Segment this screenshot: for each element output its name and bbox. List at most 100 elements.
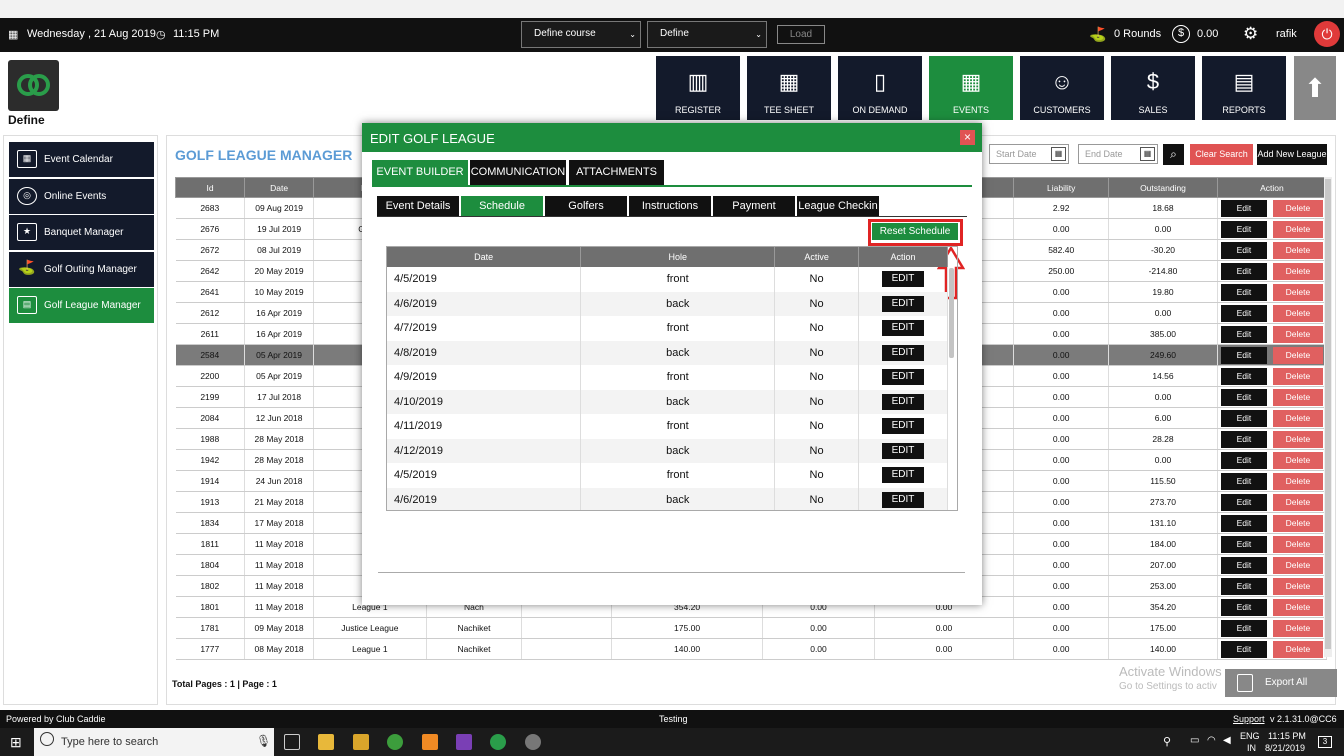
- schedule-edit-button[interactable]: EDIT: [882, 369, 925, 386]
- delete-button[interactable]: Delete: [1272, 640, 1323, 658]
- delete-button[interactable]: Delete: [1272, 304, 1323, 322]
- edit-button[interactable]: Edit: [1220, 514, 1267, 532]
- file-explorer-icon[interactable]: [318, 734, 334, 750]
- delete-button[interactable]: Delete: [1272, 514, 1323, 532]
- delete-button[interactable]: Delete: [1272, 367, 1323, 385]
- column-header[interactable]: Id: [174, 177, 246, 198]
- nav-customers[interactable]: ☺ CUSTOMERS: [1020, 56, 1104, 120]
- delete-button[interactable]: Delete: [1272, 325, 1323, 343]
- edit-button[interactable]: Edit: [1220, 493, 1267, 511]
- delete-button[interactable]: Delete: [1272, 388, 1323, 406]
- sidebar-item-golf-outing-manager[interactable]: ⛳ Golf Outing Manager: [9, 252, 154, 287]
- visual-studio-icon[interactable]: [456, 734, 472, 750]
- delete-button[interactable]: Delete: [1272, 451, 1323, 469]
- schedule-edit-button[interactable]: EDIT: [882, 467, 925, 484]
- schedule-edit-button[interactable]: EDIT: [882, 393, 925, 410]
- delete-button[interactable]: Delete: [1272, 577, 1323, 595]
- paint-app-icon[interactable]: [353, 734, 369, 750]
- volume-icon[interactable]: ◀: [1223, 735, 1231, 746]
- clear-search-button[interactable]: Clear Search: [1190, 144, 1253, 165]
- delete-button[interactable]: Delete: [1272, 262, 1323, 280]
- app-icon[interactable]: [525, 734, 541, 750]
- delete-button[interactable]: Delete: [1272, 283, 1323, 301]
- sidebar-item-event-calendar[interactable]: ▦ Event Calendar: [9, 142, 154, 177]
- edit-button[interactable]: Edit: [1220, 325, 1267, 343]
- tab-communication[interactable]: COMMUNICATION: [470, 160, 566, 185]
- calendar-icon[interactable]: ▦: [1140, 147, 1155, 161]
- windows-start-icon[interactable]: ⊞: [10, 734, 22, 751]
- add-new-league-button[interactable]: Add New League: [1257, 144, 1327, 165]
- power-icon[interactable]: ⏻: [1314, 21, 1340, 47]
- delete-button[interactable]: Delete: [1272, 241, 1323, 259]
- chrome-icon[interactable]: [387, 734, 403, 750]
- nav-register[interactable]: ▥ REGISTER: [656, 56, 740, 120]
- column-header[interactable]: Liability: [1013, 177, 1110, 198]
- schedule-edit-button[interactable]: EDIT: [882, 491, 925, 508]
- define-select[interactable]: Define ⌄: [647, 21, 767, 48]
- export-all-button[interactable]: Export All: [1225, 669, 1337, 697]
- delete-button[interactable]: Delete: [1272, 220, 1323, 238]
- people-icon[interactable]: ⚲: [1163, 735, 1171, 748]
- task-view-icon[interactable]: [284, 734, 300, 750]
- tab-event-builder[interactable]: EVENT BUILDER: [372, 160, 468, 185]
- taskbar-date[interactable]: 8/21/2019: [1265, 743, 1305, 753]
- edit-button[interactable]: Edit: [1220, 577, 1267, 595]
- subtab-event-details[interactable]: Event Details: [377, 196, 459, 217]
- subtab-schedule[interactable]: Schedule: [461, 196, 543, 217]
- support-link[interactable]: Support: [1233, 714, 1265, 724]
- edit-button[interactable]: Edit: [1220, 220, 1267, 238]
- taskbar-time[interactable]: 11:15 PM: [1268, 731, 1306, 741]
- table-scrollbar[interactable]: [1324, 177, 1332, 657]
- delete-button[interactable]: Delete: [1272, 199, 1323, 217]
- scrollbar-thumb[interactable]: [1325, 179, 1331, 649]
- reset-schedule-button[interactable]: Reset Schedule: [872, 223, 958, 240]
- nav-reports[interactable]: ▤ REPORTS: [1202, 56, 1286, 120]
- delete-button[interactable]: Delete: [1272, 535, 1323, 553]
- edit-button[interactable]: Edit: [1220, 388, 1267, 406]
- schedule-edit-button[interactable]: EDIT: [882, 418, 925, 435]
- network-icon[interactable]: ▭: [1190, 735, 1199, 746]
- delete-button[interactable]: Delete: [1272, 472, 1323, 490]
- edit-button[interactable]: Edit: [1220, 472, 1267, 490]
- edit-button[interactable]: Edit: [1220, 619, 1267, 637]
- column-header[interactable]: Date: [244, 177, 315, 198]
- calendar-icon[interactable]: ▦: [1051, 147, 1066, 161]
- schedule-edit-button[interactable]: EDIT: [882, 271, 925, 288]
- notifications-icon[interactable]: 3: [1318, 736, 1332, 748]
- sidebar-item-banquet-manager[interactable]: ★ Banquet Manager: [9, 215, 154, 250]
- schedule-edit-button[interactable]: EDIT: [882, 295, 925, 312]
- search-button[interactable]: ⌕: [1163, 144, 1184, 165]
- schedule-edit-button[interactable]: EDIT: [882, 344, 925, 361]
- sublime-icon[interactable]: [422, 734, 438, 750]
- microphone-icon[interactable]: 🎙: [256, 734, 271, 748]
- edit-button[interactable]: Edit: [1220, 346, 1267, 364]
- schedule-scrollbar-thumb[interactable]: [949, 268, 954, 358]
- edit-button[interactable]: Edit: [1220, 640, 1267, 658]
- edit-button[interactable]: Edit: [1220, 409, 1267, 427]
- taskbar-search-input[interactable]: Type here to search 🎙: [34, 728, 274, 756]
- gear-icon[interactable]: ⚙: [1243, 24, 1258, 44]
- close-icon[interactable]: ×: [960, 130, 975, 145]
- sidebar-item-online-events[interactable]: ◎ Online Events: [9, 179, 154, 214]
- nav-sales[interactable]: $ SALES: [1111, 56, 1195, 120]
- edit-button[interactable]: Edit: [1220, 556, 1267, 574]
- edit-button[interactable]: Edit: [1220, 598, 1267, 616]
- start-date-input[interactable]: Start Date ▦: [989, 144, 1069, 164]
- edit-button[interactable]: Edit: [1220, 199, 1267, 217]
- end-date-input[interactable]: End Date ▦: [1078, 144, 1158, 164]
- schedule-edit-button[interactable]: EDIT: [882, 442, 925, 459]
- load-button[interactable]: Load: [777, 25, 825, 44]
- subtab-golfers[interactable]: Golfers: [545, 196, 627, 217]
- edit-button[interactable]: Edit: [1220, 367, 1267, 385]
- subtab-league-checkin[interactable]: League Checkin: [797, 196, 879, 217]
- table-row[interactable]: 1781 09 May 2018 Justice League Nachiket 175…: [175, 617, 1328, 639]
- delete-button[interactable]: Delete: [1272, 619, 1323, 637]
- course-select[interactable]: Define course ⌄: [521, 21, 641, 48]
- edit-button[interactable]: Edit: [1220, 535, 1267, 553]
- edit-button[interactable]: Edit: [1220, 241, 1267, 259]
- sidebar-item-golf-league-manager[interactable]: ▤ Golf League Manager: [9, 288, 154, 323]
- delete-button[interactable]: Delete: [1272, 493, 1323, 511]
- nav-tee-sheet[interactable]: ▦ TEE SHEET: [747, 56, 831, 120]
- delete-button[interactable]: Delete: [1272, 598, 1323, 616]
- scroll-up-button[interactable]: ⬆: [1294, 56, 1336, 120]
